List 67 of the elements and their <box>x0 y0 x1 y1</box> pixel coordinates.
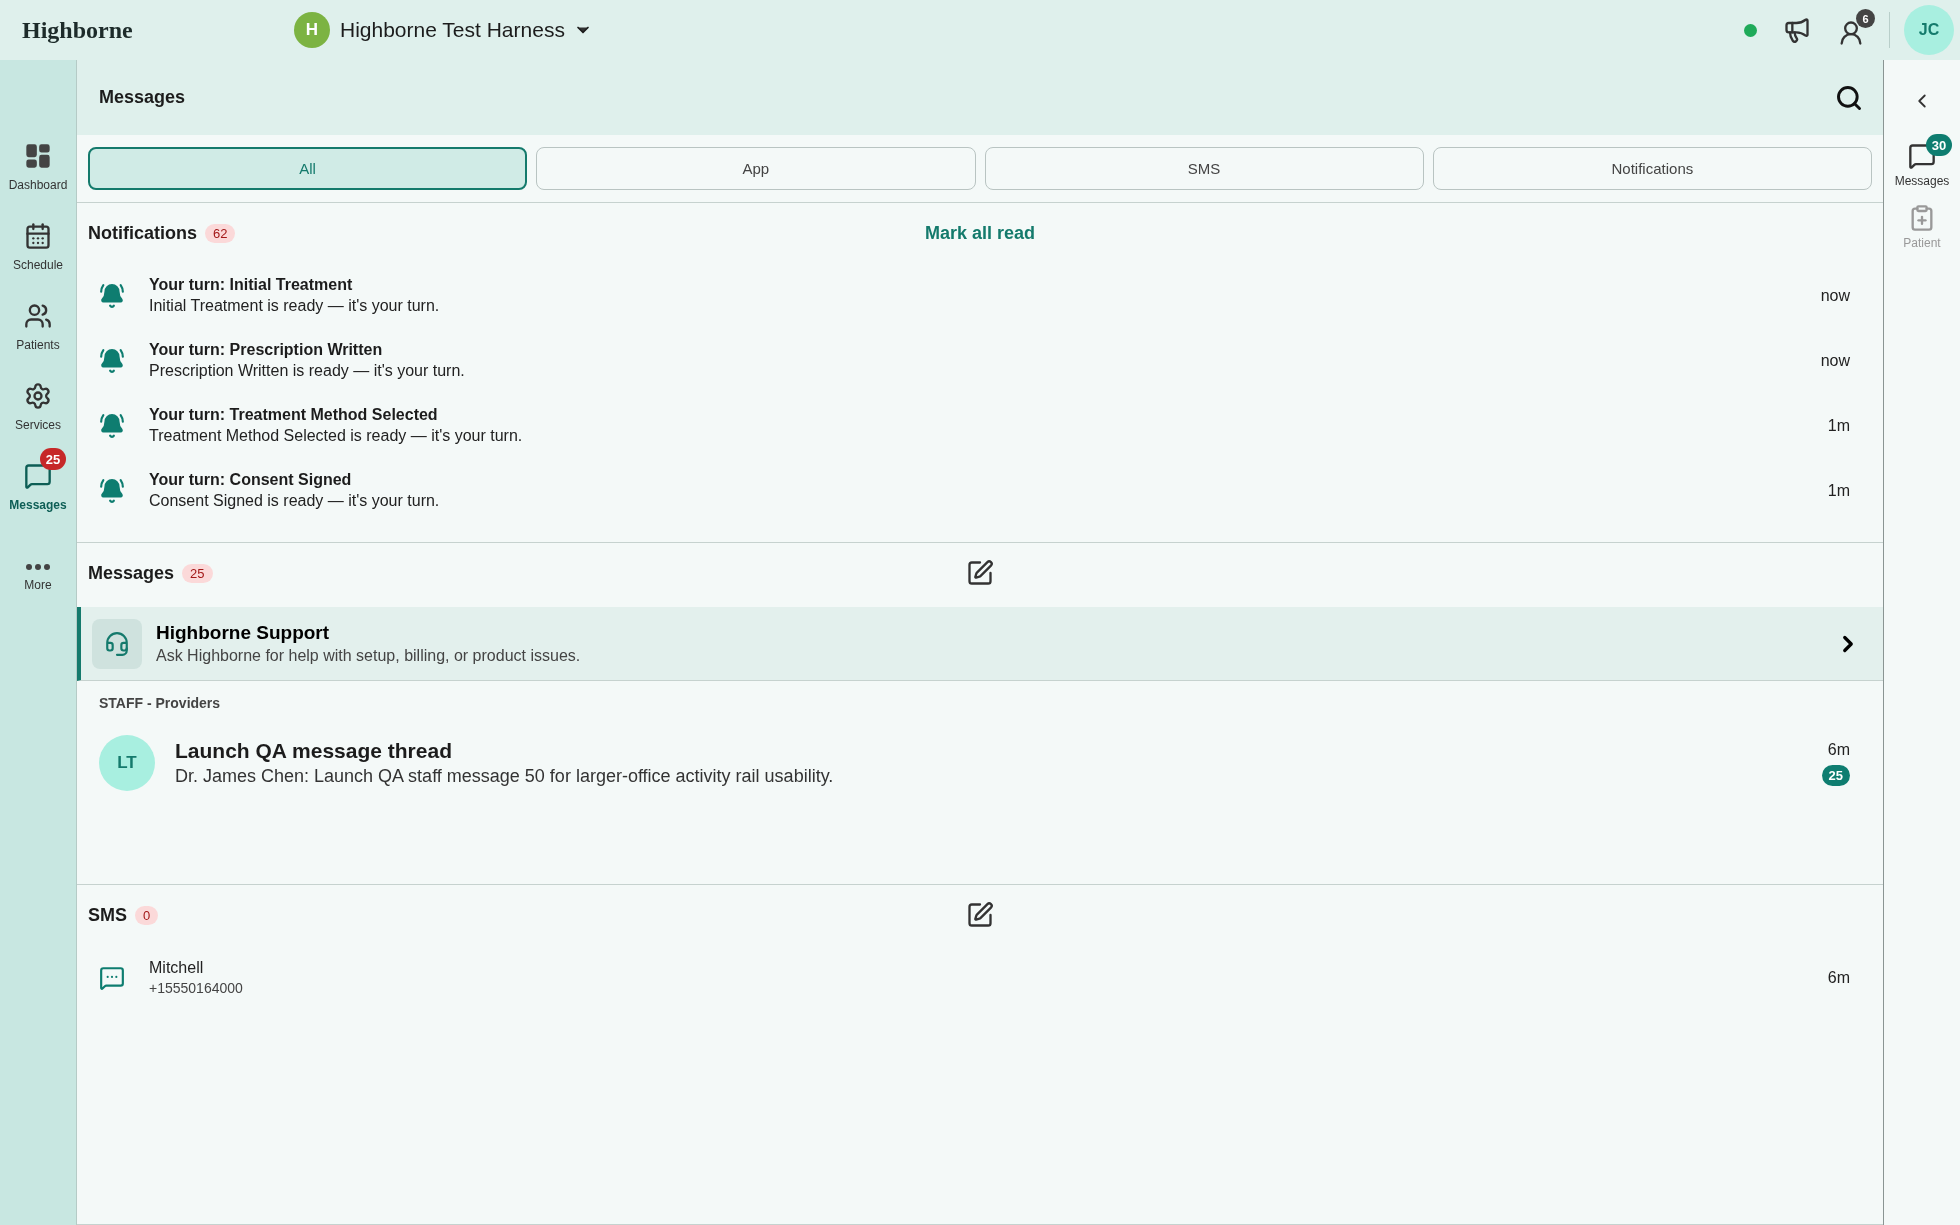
notification-title: Your turn: Consent Signed <box>149 471 353 489</box>
sms-time: 6m <box>1827 968 1850 987</box>
section-title: Notifications <box>88 222 197 244</box>
notification-time: now <box>1820 351 1850 370</box>
contact-name: Mitchell <box>149 959 205 977</box>
staff-button[interactable]: 6 <box>1833 9 1875 51</box>
notification-text: Treatment Method Selected is ready — it's your turn. <box>149 427 524 445</box>
thread-avatar: LT <box>99 735 155 791</box>
support-title: Highborne Support <box>156 622 331 644</box>
unread-badge: 25 <box>1821 764 1850 786</box>
mark-all-read-link[interactable]: Mark all read <box>918 221 1042 245</box>
compose-icon <box>966 559 994 587</box>
group-label: STAFF - Providers <box>98 694 222 713</box>
filter-tab[interactable]: App <box>536 147 976 190</box>
notification-text: Initial Treatment is ready — it's your turn. <box>149 297 441 315</box>
settings-icon <box>24 382 52 410</box>
calendar-icon <box>24 222 52 250</box>
bell-icon <box>99 477 125 504</box>
people-icon <box>24 302 52 330</box>
notification-text: Consent Signed is ready — it's your turn. <box>149 492 441 510</box>
support-row[interactable]: Highborne Support Ask Highborne for help with setup, billing, or product issues. <box>77 607 1883 681</box>
sidebar-item[interactable]: More <box>2 528 74 592</box>
filter-tab[interactable]: Notifications <box>1432 147 1872 190</box>
app-logo: Highborne <box>22 16 134 44</box>
dashboard-icon <box>24 142 52 170</box>
notification-title: Your turn: Treatment Method Selected <box>149 406 439 424</box>
count-badge: 25 <box>182 563 213 583</box>
thread-title: Launch QA message thread <box>175 739 453 763</box>
filter-tab[interactable]: SMS <box>984 147 1424 190</box>
notification-time: now <box>1820 286 1850 305</box>
search-icon <box>1835 83 1863 112</box>
bell-icon <box>99 412 125 439</box>
count-badge: 30 <box>1926 134 1952 156</box>
count-badge: 0 <box>135 905 159 925</box>
megaphone-icon <box>1783 16 1811 44</box>
sms-icon <box>99 964 125 991</box>
sidebar-item[interactable]: Services <box>2 368 74 432</box>
compose-icon <box>966 901 994 929</box>
sidebar-item[interactable]: Dashboard <box>2 128 74 192</box>
count-badge: 6 <box>1856 9 1875 28</box>
headset-icon <box>92 618 142 669</box>
rail-item[interactable]: Messages 30 <box>1884 134 1960 196</box>
org-switcher[interactable]: Highborne Test Harness <box>330 18 593 42</box>
notification-title: Your turn: Initial Treatment <box>149 276 354 294</box>
notification-text: Prescription Written is ready — it's your turn. <box>149 362 466 380</box>
org-avatar: H <box>294 12 330 48</box>
user-avatar[interactable]: JC <box>1904 5 1954 55</box>
notification-time: 1m <box>1827 416 1850 435</box>
bell-icon <box>99 347 125 374</box>
support-text: Ask Highborne for help with setup, billing, or product issues. <box>156 647 582 665</box>
count-badge: 62 <box>205 223 236 243</box>
more-icon <box>26 564 50 570</box>
filter-tab[interactable]: All <box>88 147 528 190</box>
section-title: Messages <box>88 562 175 584</box>
page-title: Messages <box>99 87 186 108</box>
sidebar-item[interactable]: Patients <box>2 288 74 352</box>
notification-time: 1m <box>1827 481 1850 500</box>
chat-icon <box>24 462 52 490</box>
sidebar-item[interactable]: Schedule <box>2 208 74 272</box>
unread-badge: 25 <box>40 448 66 470</box>
bell-icon <box>99 282 125 309</box>
sidebar-item[interactable]: Messages 25 <box>2 448 74 512</box>
phone-number: +15550164000 <box>149 980 244 996</box>
section-title: SMS <box>88 904 127 926</box>
notification-title: Your turn: Prescription Written <box>149 341 384 359</box>
thread-time: 6m <box>1827 740 1850 759</box>
thread-preview: Dr. James Chen: Launch QA staff message 50 for larger-office activity rail usability. <box>175 766 835 787</box>
